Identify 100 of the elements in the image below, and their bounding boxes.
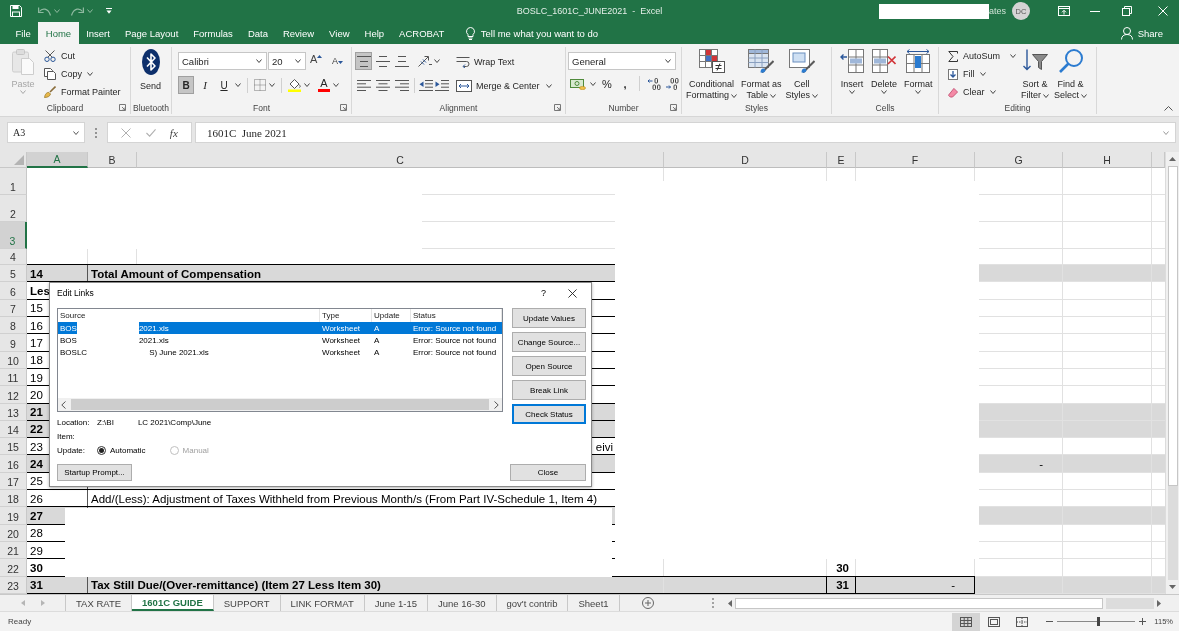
undo-icon[interactable]	[38, 6, 51, 16]
decrease-indent-icon[interactable]	[419, 79, 433, 91]
find-select-button[interactable]: Find & Select	[1054, 47, 1088, 101]
grow-font-button[interactable]: A	[310, 53, 328, 69]
insert-function-button[interactable]: fx	[169, 126, 178, 139]
underline-button[interactable]: U	[216, 76, 232, 94]
shrink-font-button[interactable]: A	[332, 53, 350, 69]
ribbon-tab[interactable]: Review	[275, 22, 322, 44]
row-header[interactable]: 2	[0, 195, 27, 222]
row-header[interactable]: 4	[0, 249, 27, 265]
number-format-field[interactable]: General	[568, 52, 676, 70]
caret-icon[interactable]	[333, 83, 339, 87]
save-icon[interactable]	[10, 5, 22, 17]
vertical-scrollbar[interactable]	[1165, 152, 1179, 594]
ribbon-tab[interactable]: Insert	[78, 22, 118, 44]
row-header[interactable]: 22	[0, 559, 27, 577]
caret-icon[interactable]	[269, 83, 275, 87]
font-color-button[interactable]: A	[318, 78, 330, 92]
format-as-table-button[interactable]: Format as Table	[741, 47, 782, 101]
dialog-launcher-icon[interactable]	[340, 104, 347, 111]
chevron-right-icon[interactable]	[494, 400, 499, 409]
dialog-button[interactable]: Break Link	[512, 380, 586, 401]
caret-icon[interactable]	[235, 83, 241, 87]
increase-indent-icon[interactable]	[435, 79, 449, 91]
startup-prompt-button[interactable]: Startup Prompt...	[57, 464, 132, 482]
link-row[interactable]: BOS 2021.xls Worksheet A Error: Source not found	[58, 322, 502, 335]
slider-thumb[interactable]	[1097, 617, 1101, 626]
share-button[interactable]: Share	[1120, 22, 1163, 44]
restore-icon[interactable]	[1122, 6, 1132, 16]
increase-decimal-icon[interactable]	[647, 77, 661, 90]
ribbon-tab[interactable]: ACROBAT	[391, 22, 452, 44]
arrow-up-icon[interactable]	[1169, 157, 1176, 161]
formula-input[interactable]: 1601C June 2021	[195, 122, 1176, 143]
comma-style-button[interactable]: ,	[618, 77, 632, 90]
cut-button[interactable]: Cut	[44, 47, 121, 65]
caret-icon[interactable]	[304, 83, 310, 87]
redo-icon[interactable]	[71, 6, 84, 16]
bold-button[interactable]: B	[178, 76, 194, 94]
row-header[interactable]: 21	[0, 542, 27, 560]
row-header[interactable]: 12	[0, 386, 27, 404]
plus-icon[interactable]	[1139, 618, 1147, 625]
row-header[interactable]: 6	[0, 282, 27, 300]
row-header[interactable]: 15	[0, 438, 27, 456]
row-header[interactable]: 18	[0, 490, 27, 508]
caret-icon[interactable]	[590, 81, 596, 86]
font-size-field[interactable]: 20	[268, 52, 306, 70]
lightbulb-icon[interactable]	[465, 26, 475, 40]
minimize-icon[interactable]	[1090, 10, 1100, 12]
conditional-formatting-button[interactable]: Conditional Formatting	[686, 47, 737, 101]
arrow-down-icon[interactable]	[1169, 585, 1176, 589]
decrease-decimal-icon[interactable]	[665, 77, 679, 90]
ribbon-tab[interactable]: Home	[38, 22, 79, 44]
arrow-right-icon[interactable]	[1157, 599, 1161, 607]
add-sheet-icon[interactable]	[641, 597, 654, 609]
arrow-left-icon[interactable]	[727, 599, 732, 607]
horizontal-scrollbar[interactable]	[58, 398, 502, 412]
ribbon-tab[interactable]: Page Layout	[117, 22, 186, 44]
scrollbar-thumb[interactable]	[1167, 166, 1178, 486]
fill-button[interactable]: Fill	[948, 65, 1017, 83]
chevron-left-icon[interactable]	[61, 400, 66, 409]
minus-icon[interactable]	[1046, 621, 1054, 622]
font-name-field[interactable]: Calibri	[178, 52, 267, 70]
send-button[interactable]: Send	[140, 47, 162, 92]
merge-center-button[interactable]: Merge & Center	[456, 74, 552, 98]
clear-button[interactable]: Clear	[948, 83, 1017, 101]
row-header[interactable]: 1	[0, 168, 27, 195]
row-header[interactable]: 9	[0, 334, 27, 352]
ribbon-tab[interactable]: Formulas	[185, 22, 241, 44]
dialog-button[interactable]: Change Source...	[512, 332, 586, 353]
radio-option[interactable]: Automatic	[97, 446, 146, 456]
caret-icon[interactable]	[434, 59, 440, 63]
link-row[interactable]: BOS 2021.xls Worksheet A Error: Source not found	[58, 334, 502, 347]
dialog-button[interactable]: Update Values	[512, 308, 586, 329]
italic-button[interactable]: I	[197, 76, 213, 94]
link-row[interactable]: BOSLC S) June 2021.xls Worksheet A Error: Source not found	[58, 346, 502, 359]
tell-me-search[interactable]: Tell me what you want to do	[480, 27, 599, 39]
dialog-button[interactable]: Open Source	[512, 356, 586, 377]
sheet-tab[interactable]: 1601C GUIDE	[132, 595, 214, 611]
sort-filter-button[interactable]: Sort & Filter	[1021, 47, 1050, 101]
cell-styles-button[interactable]: Cell Styles	[785, 47, 819, 101]
ribbon-tab[interactable]: Help	[357, 22, 392, 44]
close-button[interactable]: Close	[510, 464, 586, 482]
row-header[interactable]: 19	[0, 507, 27, 525]
dialog-button[interactable]: Check Status	[512, 404, 586, 425]
ribbon-tab[interactable]: Data	[240, 22, 276, 44]
row-header[interactable]: 3	[0, 222, 27, 249]
wrap-text-button[interactable]: Wrap Text	[456, 50, 552, 74]
paint-bucket-icon[interactable]	[288, 78, 301, 92]
help-button[interactable]: ?	[541, 288, 546, 299]
normal-view-button[interactable]	[952, 612, 981, 631]
column-header[interactable]: A	[27, 152, 88, 168]
scrollbar-thumb[interactable]	[71, 399, 489, 411]
ribbon-tab[interactable]: View	[321, 22, 358, 44]
insert-cells-button[interactable]: Insert	[840, 47, 864, 94]
banknote-icon[interactable]	[570, 77, 586, 90]
delete-cells-button[interactable]: Delete	[871, 47, 897, 94]
scrollbar-thumb[interactable]	[734, 597, 1103, 609]
autosum-button[interactable]: AutoSum	[948, 47, 1017, 65]
account-name[interactable]: ates	[989, 6, 1006, 16]
collapse-ribbon-icon[interactable]	[1164, 106, 1173, 111]
